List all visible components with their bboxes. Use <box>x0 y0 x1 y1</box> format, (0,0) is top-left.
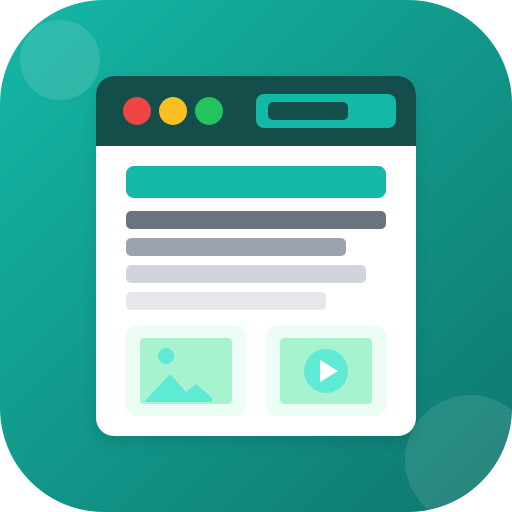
text-line-placeholder <box>126 211 386 229</box>
decorative-circle-bottom-right <box>405 395 512 512</box>
text-line-placeholder <box>126 265 366 283</box>
image-card <box>126 326 246 416</box>
image-thumbnail <box>140 338 232 404</box>
minimize-dot-icon <box>159 97 187 125</box>
browser-title-bar <box>96 76 416 146</box>
close-dot-icon <box>123 97 151 125</box>
video-thumbnail <box>280 338 372 404</box>
image-icon <box>144 348 212 402</box>
decorative-circle-top-left <box>20 20 100 100</box>
browser-window <box>96 76 416 436</box>
maximize-dot-icon <box>195 97 223 125</box>
browser-app-icon <box>0 0 512 512</box>
address-bar <box>256 94 396 128</box>
page-heading-placeholder <box>126 166 386 198</box>
text-line-placeholder <box>126 238 346 256</box>
play-icon <box>304 349 348 393</box>
video-card <box>266 326 386 416</box>
text-line-placeholder <box>126 292 326 310</box>
address-bar-placeholder <box>268 102 348 120</box>
